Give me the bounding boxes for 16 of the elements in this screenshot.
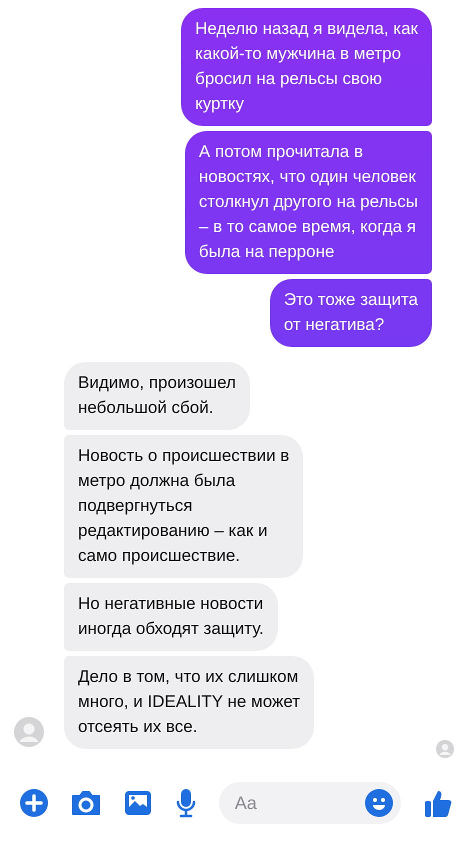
message-bubble: Неделю назад я видела, как какой-то мужчина в метро бросил на рельсы свою куртку [181, 8, 432, 126]
camera-icon[interactable] [71, 790, 102, 816]
avatar-icon [14, 717, 44, 747]
plus-icon[interactable] [20, 789, 48, 817]
image-icon[interactable] [124, 790, 152, 816]
seen-avatar-icon [436, 740, 454, 758]
microphone-icon[interactable] [176, 788, 196, 818]
message-bubble: Это тоже защита от негатива? [270, 279, 432, 347]
emoji-icon[interactable] [364, 789, 393, 817]
thumbs-up-icon[interactable] [424, 788, 452, 818]
message-bubble: Но негативные новости иногда обходят защиту. [64, 583, 278, 651]
message-bubble: А потом прочитала в новостях, что один человек столкнул другого на рельсы – в то самое время, когда я была на перроне [184, 131, 432, 274]
message-bubble: Новость о происшествии в метро должна была подвергнуться редактированию – как и само происшествие. [64, 435, 304, 578]
message-bubble: Видимо, произошел небольшой сбой. [64, 362, 250, 430]
message-input[interactable]: Aa [218, 782, 401, 824]
message-bubble: Дело в том, что их слишком много, и IDEALITY не может отсеять их все. [64, 656, 314, 749]
